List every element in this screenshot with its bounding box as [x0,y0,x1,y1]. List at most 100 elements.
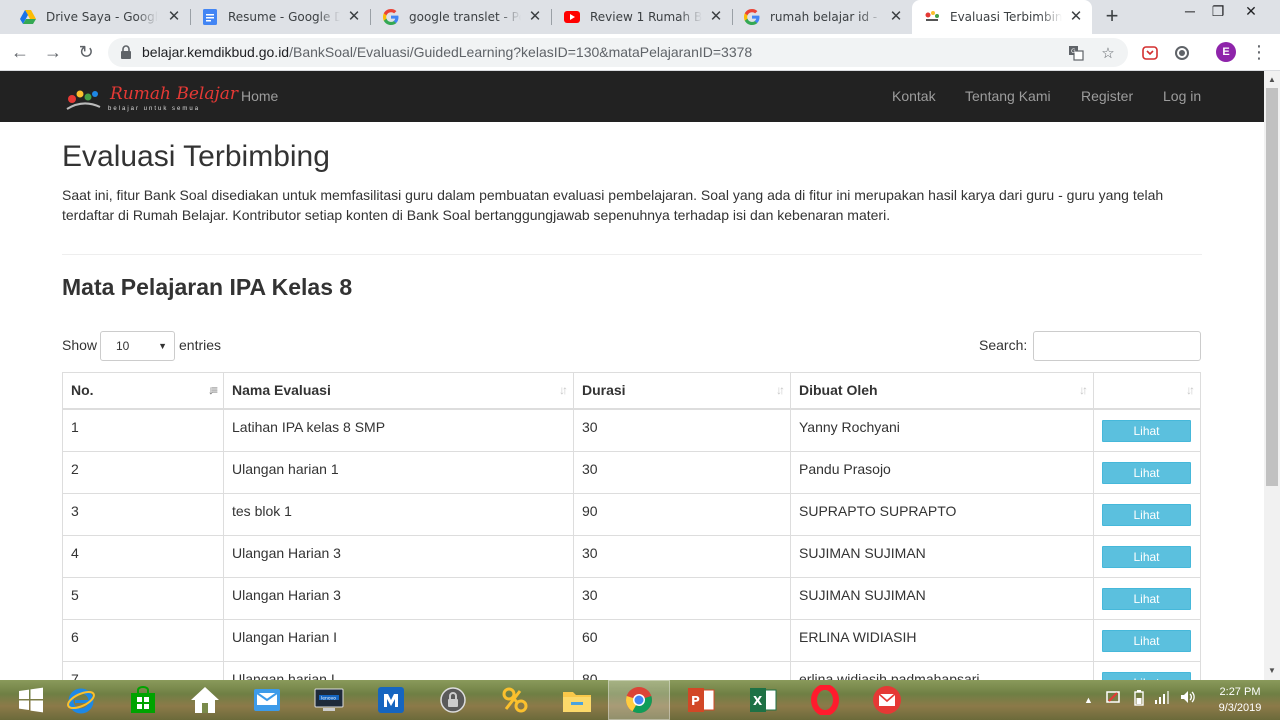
search-input[interactable] [1033,331,1201,361]
cell-durasi: 60 [573,618,791,662]
search-label: Search: [979,337,1028,353]
lihat-button[interactable]: Lihat [1102,629,1191,652]
internet-explorer-icon[interactable] [50,680,112,720]
forward-button[interactable]: → [41,40,65,64]
maxthon-icon[interactable] [360,680,422,720]
volume-icon[interactable] [1180,690,1196,707]
nav-home[interactable]: Home [241,88,278,104]
lihat-button[interactable]: Lihat [1102,587,1191,610]
close-icon[interactable]: ✕ [527,9,543,25]
table-row: 4 Ulangan Harian 3 30 SUJIMAN SUJIMAN Li… [62,534,1201,578]
svg-text:G: G [1071,48,1076,55]
back-button[interactable]: ← [8,40,32,64]
tab-drive[interactable]: Drive Saya - Google Drive ✕ [8,0,191,34]
tray-expand-icon[interactable]: ▲ [1084,695,1093,705]
tab-title: Resume - Google Dokumen [228,10,340,24]
brand-logo[interactable]: Rumah Belajar belajar untuk semua [64,85,238,115]
battery-icon[interactable] [1134,690,1144,709]
nav-kontak[interactable]: Kontak [892,88,936,104]
extension-circle-icon[interactable] [1172,43,1192,63]
cell-aksi: Lihat [1093,576,1201,620]
translate-icon[interactable]: G [1066,43,1086,63]
excel-icon[interactable]: X [732,680,794,720]
lihat-button[interactable]: Lihat [1102,461,1191,484]
opera-icon[interactable] [794,680,856,720]
powerpoint-icon[interactable]: P [670,680,732,720]
tab-google-rumah-belajar[interactable]: rumah belajar id - Penelusuran Google ✕ [732,0,912,34]
column-header-dibuat[interactable]: Dibuat Oleh ↓↑ [790,372,1094,410]
window-close-button[interactable]: ✕ [1236,0,1266,26]
column-header-durasi[interactable]: Durasi ↓↑ [573,372,791,410]
column-header-nama[interactable]: Nama Evaluasi ↓↑ [223,372,574,410]
nav-tentang-kami[interactable]: Tentang Kami [965,88,1051,104]
browser-menu-icon[interactable]: ⋮ [1250,41,1268,63]
url-path: /BankSoal/Evaluasi/GuidedLearning?kelasI… [289,44,753,60]
cell-aksi: Lihat [1093,492,1201,536]
site-navbar: Rumah Belajar belajar untuk semua Home K… [0,71,1264,122]
windows-taskbar: lenovo P X ▲ 2:27 PM 9/3/2019 [0,680,1280,720]
email-icon[interactable] [856,680,918,720]
tools-icon[interactable] [484,680,546,720]
tab-youtube[interactable]: Review 1 Rumah Belajar ✕ [552,0,733,34]
cell-nama: Ulangan Harian I [223,618,574,662]
tab-title: rumah belajar id - Penelusuran Google [770,10,882,24]
entries-select-value: 10 [116,339,130,353]
action-center-icon[interactable] [1106,690,1120,707]
column-header-aksi[interactable]: ↓↑ [1093,372,1201,410]
url-text: belajar.kemdikbud.go.id/BankSoal/Evaluas… [142,44,752,60]
close-icon[interactable]: ✕ [346,9,362,25]
close-icon[interactable]: ✕ [166,9,182,25]
cell-no: 4 [62,534,224,578]
home-icon[interactable] [174,680,236,720]
section-title: Mata Pelajaran IPA Kelas 8 [62,274,353,300]
reload-button[interactable]: ↻ [74,40,98,64]
minimize-button[interactable]: ─ [1175,0,1205,26]
column-header-label: Nama Evaluasi [232,382,331,398]
tab-google-translet[interactable]: google translet - Penelusuran Google ✕ [371,0,552,34]
scroll-up-arrow[interactable]: ▲ [1264,72,1280,88]
mail-icon[interactable] [236,680,298,720]
close-icon[interactable]: ✕ [888,9,904,25]
cell-aksi: Lihat [1093,618,1201,662]
tab-title: google translet - Penelusuran Google [409,10,521,24]
maximize-button[interactable]: ❐ [1203,0,1233,26]
pocket-extension-icon[interactable] [1140,43,1160,63]
address-bar[interactable]: belajar.kemdikbud.go.id/BankSoal/Evaluas… [108,38,1128,67]
file-explorer-icon[interactable] [546,680,608,720]
evaluasi-table: No. ↓≡ Nama Evaluasi ↓↑ Durasi ↓↑ Dibuat Ol… [62,372,1201,704]
lihat-button[interactable]: Lihat [1102,503,1191,526]
bookmark-star-icon[interactable]: ☆ [1098,43,1118,63]
page-intro: Saat ini, fitur Bank Soal disediakan unt… [62,187,1164,223]
profile-avatar[interactable]: E [1216,42,1236,62]
close-icon[interactable]: ✕ [708,9,724,25]
scrollbar-thumb[interactable] [1266,88,1278,486]
security-icon[interactable] [422,680,484,720]
google-icon [383,9,399,25]
lenovo-icon[interactable]: lenovo [298,680,360,720]
cell-aksi: Lihat [1093,408,1201,452]
close-icon[interactable]: ✕ [1068,9,1084,25]
rumah-belajar-logo-icon [66,90,101,110]
chrome-icon[interactable] [608,680,670,720]
table-row: 2 Ulangan harian 1 30 Pandu Prasojo Liha… [62,450,1201,494]
lihat-button[interactable]: Lihat [1102,419,1191,442]
nav-login[interactable]: Log in [1163,88,1201,104]
new-tab-button[interactable]: + [1100,5,1124,29]
youtube-icon [564,9,580,25]
nav-register[interactable]: Register [1081,88,1133,104]
cell-dibuat: SUPRAPTO SUPRAPTO [790,492,1094,536]
entries-select[interactable]: 10 ▼ [100,331,175,361]
lihat-button[interactable]: Lihat [1102,545,1191,568]
browser-tab-bar: Drive Saya - Google Drive ✕ Resume - Goo… [0,0,1280,34]
store-icon[interactable] [112,680,174,720]
scroll-down-arrow[interactable]: ▼ [1264,663,1280,679]
column-header-no[interactable]: No. ↓≡ [62,372,224,410]
system-clock[interactable]: 2:27 PM 9/3/2019 [1210,684,1270,716]
sort-icon: ↓↑ [1079,383,1088,397]
column-header-label: No. [71,382,94,398]
signal-icon[interactable] [1154,690,1170,707]
cell-no: 1 [62,408,224,452]
google-drive-icon [20,9,36,25]
tab-evaluasi-terbimbing[interactable]: Evaluasi Terbimbing - Rumah Belajar ✕ [912,0,1092,34]
tab-docs[interactable]: Resume - Google Dokumen ✕ [190,0,371,34]
